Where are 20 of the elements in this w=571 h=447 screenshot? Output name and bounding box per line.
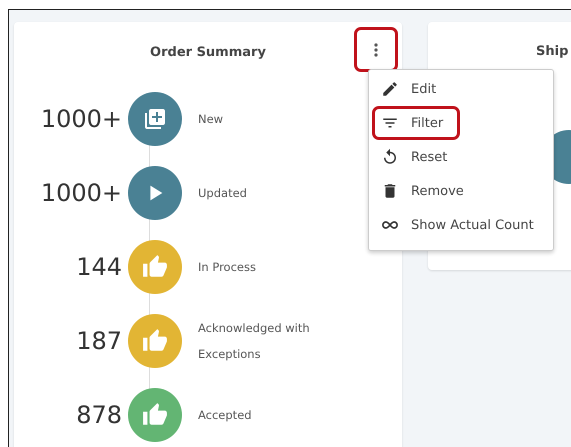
pencil-icon: [381, 80, 399, 98]
more-icon: [374, 42, 378, 56]
status-label: In Process: [198, 259, 257, 276]
status-label: Accepted: [198, 407, 253, 424]
status-label: Acknowledged with Exceptions: [198, 320, 311, 363]
status-label: Updated: [198, 185, 248, 202]
card-title: Ship: [536, 44, 570, 59]
menu-item[interactable]: Filter: [372, 106, 460, 140]
status-count: 878: [75, 401, 122, 429]
status-label: New: [198, 111, 224, 128]
card-title: Order Summary: [150, 44, 266, 60]
menu-item[interactable]: Remove: [372, 174, 473, 208]
status-count: 187: [75, 327, 122, 355]
status-count: 1000+: [40, 179, 122, 207]
reset-icon: [381, 148, 399, 166]
status-count: 1000+: [40, 105, 122, 133]
status-count: 144: [75, 253, 122, 281]
menu-item[interactable]: Show Actual Count: [372, 208, 543, 242]
menu-item[interactable]: Reset: [372, 140, 456, 174]
menu-item[interactable]: Edit: [372, 72, 446, 106]
